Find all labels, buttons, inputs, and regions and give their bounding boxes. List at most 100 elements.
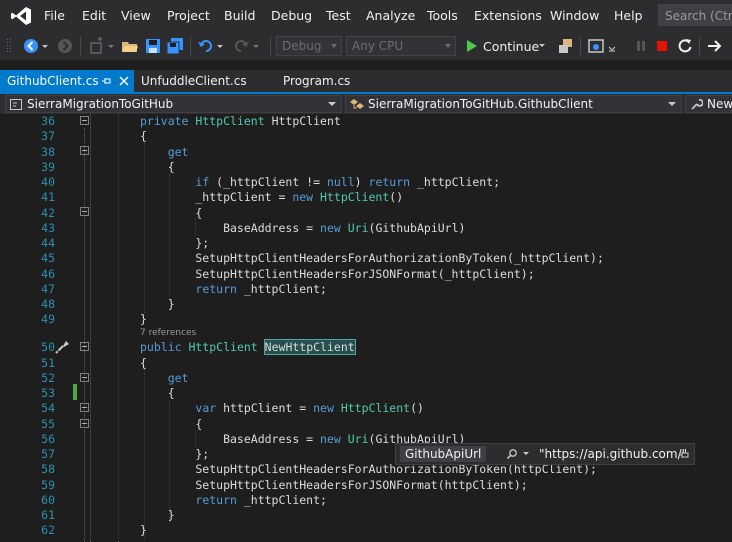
line-number: 55: [41, 417, 55, 431]
pin-icon[interactable]: [678, 449, 690, 461]
undo-icon[interactable]: [197, 37, 215, 55]
line-number: 53: [41, 386, 55, 400]
show-next-statement-icon[interactable]: [706, 37, 724, 55]
back-dropdown-icon[interactable]: [41, 37, 49, 55]
chevron-down-icon: [668, 102, 676, 106]
line-number: 56: [41, 432, 55, 446]
line-number: 54: [41, 401, 55, 415]
redo-dropdown-icon[interactable]: [252, 37, 260, 55]
tab-program[interactable]: Program.cs: [276, 70, 376, 92]
navigate-forward-icon[interactable]: [56, 37, 74, 55]
save-all-icon[interactable]: [166, 37, 184, 55]
menu-extensions[interactable]: Extensions: [474, 8, 542, 23]
tab-githubclient[interactable]: GithubClient.cs: [0, 70, 134, 92]
menu-analyze[interactable]: Analyze: [366, 8, 415, 23]
menu-tools[interactable]: Tools: [427, 8, 458, 23]
collapse-toggle[interactable]: [80, 419, 89, 428]
magnifier-icon[interactable]: [506, 448, 518, 460]
search-box[interactable]: Search (Ctrl+: [658, 4, 732, 26]
solution-platform-select[interactable]: Any CPU: [346, 36, 456, 56]
browser-link-icon[interactable]: [587, 37, 605, 55]
solution-configuration-select[interactable]: Debug: [276, 36, 342, 56]
navigate-back-icon[interactable]: [22, 37, 40, 55]
restart-icon[interactable]: [676, 37, 694, 55]
menu-window[interactable]: Window: [550, 8, 599, 23]
code-line: SetupHttpClientHeadersForJSONFormat(http…: [140, 478, 528, 492]
browser-link-dropdown-icon[interactable]: [607, 37, 617, 55]
menu-bar: File Edit View Project Build Debug Test …: [0, 0, 732, 32]
tab-label: GithubClient.cs: [7, 74, 99, 88]
line-number: 52: [41, 371, 55, 385]
collapse-toggle[interactable]: [80, 116, 89, 125]
indent-guide: [118, 114, 119, 542]
code-line: };: [140, 236, 210, 250]
debugger-datatip[interactable]: GithubApiUrl "https://api.github.com/": [395, 443, 695, 465]
line-number: 49: [41, 312, 55, 326]
line-number: 61: [41, 508, 55, 522]
new-project-icon[interactable]: [88, 37, 106, 55]
csharp-project-icon: [10, 99, 22, 110]
code-line: {: [140, 356, 147, 370]
chevron-down-icon[interactable]: [522, 451, 530, 457]
pin-icon[interactable]: [101, 75, 113, 87]
menu-edit[interactable]: Edit: [82, 8, 106, 23]
search-placeholder: Search (Ctrl+: [665, 9, 732, 23]
code-line: }: [140, 297, 175, 311]
line-number: 58: [41, 462, 55, 476]
line-number: 51: [41, 356, 55, 370]
menu-test[interactable]: Test: [326, 8, 351, 23]
member-select-value: NewH: [707, 97, 732, 111]
code-line: {: [140, 417, 203, 431]
redo-icon[interactable]: [232, 37, 250, 55]
code-line: return _httpClient;: [195, 282, 327, 296]
quick-actions-screwdriver-icon[interactable]: [54, 339, 70, 355]
datatip-variable-name: GithubApiUrl: [400, 446, 487, 462]
wrench-icon: [691, 99, 703, 110]
menu-file[interactable]: File: [44, 8, 65, 23]
line-number: 41: [41, 190, 55, 204]
menu-project[interactable]: Project: [167, 8, 210, 23]
attach-process-icon[interactable]: [557, 37, 575, 55]
class-icon: [350, 99, 364, 109]
code-line: BaseAddress = new Uri(GithubApiUrl): [140, 221, 466, 235]
datatip-value[interactable]: "https://api.github.com/": [539, 447, 687, 461]
code-line: SetupHttpClientHeadersForJSONFormat(_htt…: [140, 267, 535, 281]
change-marker: [73, 384, 77, 400]
collapse-toggle[interactable]: [80, 207, 89, 216]
open-folder-icon[interactable]: [121, 37, 139, 55]
solution-configuration-value: Debug: [282, 39, 322, 53]
stop-debugging-icon[interactable]: [653, 37, 671, 55]
code-line: get: [167, 145, 189, 159]
line-number: 60: [41, 493, 55, 507]
project-select[interactable]: SierraMigrationToGitHub: [5, 95, 342, 113]
menu-debug[interactable]: Debug: [271, 8, 312, 23]
break-all-icon[interactable]: [632, 37, 650, 55]
document-tab-bar: GithubClient.cs UnfuddleClient.cs Progra…: [0, 70, 732, 92]
type-select-value: SierraMigrationToGitHub.GithubClient: [368, 97, 593, 111]
type-select[interactable]: SierraMigrationToGitHub.GithubClient: [345, 95, 682, 113]
continue-button[interactable]: Continue: [462, 36, 550, 56]
close-icon[interactable]: [118, 75, 130, 87]
code-line: SetupHttpClientHeadersForAuthorizationBy…: [140, 251, 604, 265]
menu-help[interactable]: Help: [614, 8, 643, 23]
menu-view[interactable]: View: [121, 8, 151, 23]
save-icon[interactable]: [144, 37, 162, 55]
toolbar-grip-icon: [7, 39, 11, 52]
collapse-toggle[interactable]: [80, 403, 89, 412]
code-line: };: [140, 447, 210, 461]
line-number: 40: [41, 175, 55, 189]
code-line: public HttpClient NewHttpClient: [140, 339, 356, 355]
code-line: }: [140, 523, 147, 537]
codelens-references[interactable]: 7 references: [140, 328, 196, 338]
collapse-toggle[interactable]: [80, 373, 89, 382]
collapse-toggle[interactable]: [80, 146, 89, 155]
undo-dropdown-icon[interactable]: [216, 37, 224, 55]
code-line: if (_httpClient != null) return _httpCli…: [195, 175, 501, 189]
new-project-dropdown-icon[interactable]: [107, 37, 115, 55]
collapse-toggle[interactable]: [80, 342, 89, 351]
menu-build[interactable]: Build: [224, 8, 255, 23]
code-editor[interactable]: 36 37 38 39 40 41 42 43 44 45 46 47 48 4…: [0, 114, 732, 542]
tab-unfuddleclient[interactable]: UnfuddleClient.cs: [134, 70, 274, 92]
member-select[interactable]: NewH: [685, 95, 732, 113]
highlighted-symbol[interactable]: NewHttpClient: [263, 339, 356, 355]
